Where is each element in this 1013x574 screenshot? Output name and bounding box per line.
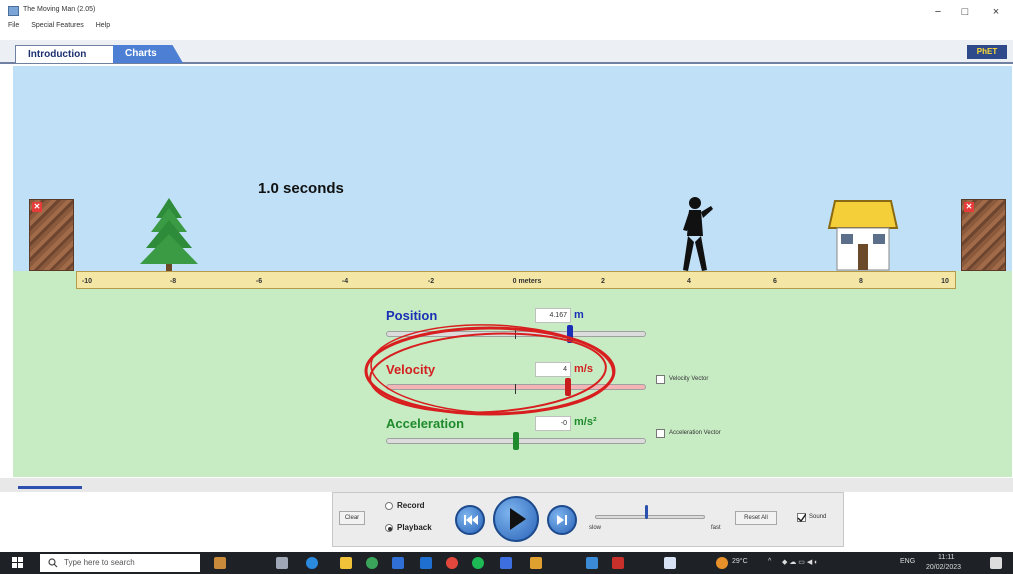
velocity-vector-checkbox[interactable] xyxy=(656,375,665,384)
tray-icons[interactable]: ◆ ☁ ▭ ◀ ◐ xyxy=(782,558,818,566)
task-view-icon[interactable] xyxy=(276,557,288,569)
ruler-label: 0 meters xyxy=(512,278,542,285)
tab-bar: Introduction Charts PhET xyxy=(0,40,1013,64)
left-wall[interactable]: ✕ xyxy=(29,199,74,271)
app-icon-store[interactable] xyxy=(586,557,598,569)
title-bar: The Moving Man (2.05) − □ × xyxy=(0,0,1013,20)
right-wall[interactable]: ✕ xyxy=(961,199,1006,271)
app-icon-yellow[interactable] xyxy=(530,557,542,569)
phet-logo: PhET xyxy=(967,45,1007,59)
clock-date[interactable]: 20/02/2023 xyxy=(926,564,961,571)
menu-bar: File Special Features Help xyxy=(0,22,112,34)
ruler-label: -2 xyxy=(427,278,435,285)
app-icon-blue[interactable] xyxy=(500,557,512,569)
playback-radio[interactable] xyxy=(385,524,393,532)
remove-wall-icon[interactable]: ✕ xyxy=(32,202,42,212)
app-icon-red[interactable] xyxy=(612,557,624,569)
acceleration-slider-thumb[interactable] xyxy=(513,432,519,450)
record-label: Record xyxy=(397,501,425,510)
taskbar-search-input[interactable]: Type here to search xyxy=(40,554,200,572)
ruler-label: 4 xyxy=(687,278,691,285)
sound-checkbox[interactable] xyxy=(797,513,806,522)
time-readout: 1.0 seconds xyxy=(258,180,344,197)
app-icon xyxy=(8,6,19,16)
sound-label: Sound xyxy=(809,514,827,520)
position-unit: m xyxy=(574,309,584,321)
rewind-button[interactable] xyxy=(455,505,485,535)
tab-introduction[interactable]: Introduction xyxy=(15,45,115,63)
spotify-icon[interactable] xyxy=(472,557,484,569)
menu-file[interactable]: File xyxy=(8,22,19,29)
window-title: The Moving Man (2.05) xyxy=(23,6,96,13)
playback-label: Playback xyxy=(397,523,432,532)
time-slider[interactable] xyxy=(0,478,1013,492)
file-explorer-icon[interactable] xyxy=(340,557,352,569)
minimize-button[interactable]: − xyxy=(930,6,946,18)
menu-help[interactable]: Help xyxy=(96,22,110,29)
ruler-label: 2 xyxy=(601,278,605,285)
menu-special-features[interactable]: Special Features xyxy=(31,22,84,29)
acceleration-vector-label: Acceleration Vector xyxy=(669,430,721,436)
deer-widget-icon[interactable] xyxy=(214,557,226,569)
position-ruler: -10 -8 -6 -4 -2 0 meters 2 4 6 8 10 xyxy=(76,271,956,289)
ruler-label: -8 xyxy=(169,278,177,285)
moving-man-taskbar-icon[interactable] xyxy=(664,557,676,569)
velocity-vector-label: Velocity Vector xyxy=(669,376,709,382)
checkmark-icon xyxy=(797,513,806,522)
house-icon xyxy=(827,200,899,271)
search-placeholder: Type here to search xyxy=(64,558,135,567)
clock-time[interactable]: 11:11 xyxy=(938,554,954,561)
speed-slider-thumb[interactable] xyxy=(645,505,648,519)
tab-charts[interactable]: Charts xyxy=(113,45,183,63)
play-icon xyxy=(510,508,526,530)
outlook-icon[interactable] xyxy=(392,557,404,569)
ruler-label: -10 xyxy=(81,278,93,285)
slow-label: slow xyxy=(589,525,602,531)
reset-all-button[interactable]: Reset All xyxy=(735,511,777,525)
close-button[interactable]: × xyxy=(988,6,1004,18)
step-icon xyxy=(557,515,567,525)
ruler-label: 8 xyxy=(859,278,863,285)
ruler-label: 6 xyxy=(773,278,777,285)
tree-icon xyxy=(140,198,198,272)
tray-chevron-icon[interactable]: ^ xyxy=(768,558,771,565)
temperature-readout: 29°C xyxy=(732,558,748,565)
ruler-label: 10 xyxy=(941,278,949,285)
play-button[interactable] xyxy=(493,496,539,542)
step-button[interactable] xyxy=(547,505,577,535)
annotation-circle xyxy=(364,324,616,416)
notifications-icon[interactable] xyxy=(990,557,1002,569)
edge-icon[interactable] xyxy=(306,557,318,569)
moving-man-figure[interactable] xyxy=(679,196,719,273)
maximize-button[interactable]: □ xyxy=(957,6,973,18)
whatsapp-icon[interactable] xyxy=(366,557,378,569)
rewind-icon xyxy=(464,515,478,525)
windows-start-icon[interactable] xyxy=(12,557,24,569)
ruler-label: -6 xyxy=(255,278,263,285)
acceleration-vector-checkbox[interactable] xyxy=(656,429,665,438)
clear-button[interactable]: Clear xyxy=(339,511,365,525)
word-icon[interactable] xyxy=(420,557,432,569)
time-slider-progress[interactable] xyxy=(18,486,82,489)
speed-slider-track[interactable] xyxy=(595,515,705,519)
taskbar: Type here to search 29°C ^ ◆ ☁ ▭ ◀ ◐ ENG… xyxy=(0,552,1013,574)
search-icon xyxy=(48,558,58,568)
playback-panel: Clear Record Playback slow fast Reset Al… xyxy=(332,492,844,547)
remove-wall-icon[interactable]: ✕ xyxy=(964,202,974,212)
weather-icon[interactable] xyxy=(716,557,728,569)
language-indicator[interactable]: ENG xyxy=(900,558,915,565)
ruler-label: -4 xyxy=(341,278,349,285)
record-radio[interactable] xyxy=(385,502,393,510)
chrome-icon[interactable] xyxy=(446,557,458,569)
fast-label: fast xyxy=(711,525,721,531)
